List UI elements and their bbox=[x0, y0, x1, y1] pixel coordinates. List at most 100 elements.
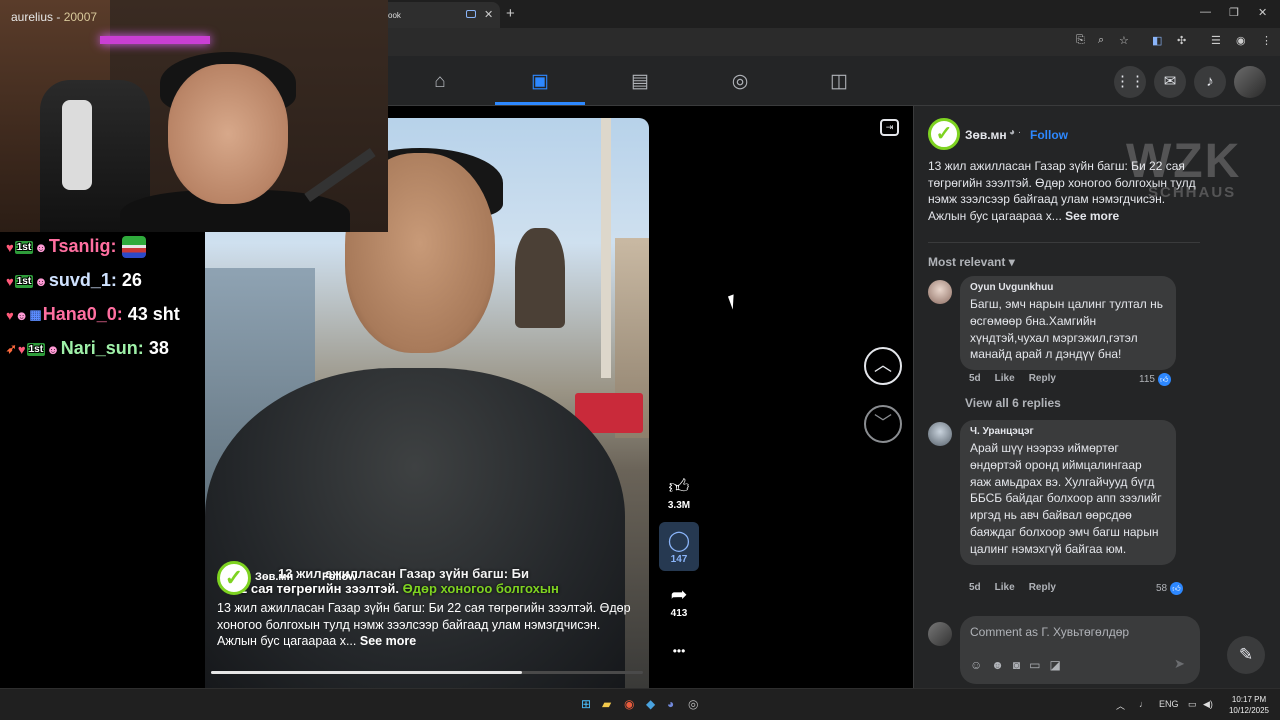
start-menu-icon[interactable]: ⊞ bbox=[581, 697, 591, 711]
sort-dropdown[interactable]: Most relevant ▾ bbox=[928, 255, 1015, 269]
reel-see-more-link[interactable]: See more bbox=[360, 634, 416, 648]
marketplace-icon[interactable]: ▤ bbox=[628, 70, 652, 94]
send-icon[interactable]: ➤ bbox=[1174, 656, 1185, 672]
new-tab-button[interactable]: + bbox=[506, 5, 515, 22]
comment-button[interactable]: ◯ 147 bbox=[659, 522, 699, 571]
close-window-button[interactable]: ✕ bbox=[1258, 6, 1267, 19]
windows-taskbar: ⊞ ▰ ◉ ◆ ◕ ◎ ︿ ♩ ENG ▭ ◀) 10:17 PM 10/12/… bbox=[0, 688, 1280, 720]
comment-actions: 5d Like Reply bbox=[969, 582, 1070, 593]
comment-like-button[interactable]: Like bbox=[995, 582, 1015, 593]
bookmark-star-icon[interactable]: ☆ bbox=[1119, 34, 1129, 47]
expand-panel-icon[interactable]: ⇥ bbox=[880, 119, 899, 136]
chrome-icon[interactable]: ◉ bbox=[624, 697, 634, 711]
mask-badge-icon: ☻ bbox=[34, 273, 48, 289]
minimize-button[interactable]: — bbox=[1200, 6, 1211, 18]
menu-grid-icon[interactable]: ⋮⋮ bbox=[1114, 66, 1146, 98]
post-follow-button[interactable]: Follow bbox=[1030, 128, 1068, 142]
commenter-avatar[interactable] bbox=[928, 422, 952, 446]
volume-icon[interactable]: ◀) bbox=[1203, 699, 1213, 710]
new-message-edit-icon[interactable]: ✎ bbox=[1227, 636, 1265, 674]
home-icon[interactable]: ⌂ bbox=[428, 70, 452, 94]
emoji-icon[interactable]: ☻ bbox=[991, 658, 1013, 672]
messenger-icon[interactable]: ✉ bbox=[1154, 66, 1186, 98]
discord-icon[interactable]: ◕ bbox=[667, 697, 674, 711]
view-replies-link[interactable]: View all 6 replies bbox=[965, 396, 1061, 410]
reading-list-icon[interactable]: ☰ bbox=[1211, 34, 1221, 47]
network-icon[interactable]: ▭ bbox=[1188, 699, 1197, 710]
extensions-puzzle-icon[interactable]: ✣ bbox=[1177, 34, 1186, 47]
subtitle-text: 2 сая төгрөгийн зээлтэй. bbox=[240, 581, 403, 596]
sticker-icon[interactable]: ◪ bbox=[1050, 658, 1070, 672]
comment-reactions[interactable]: 115 👍︎ bbox=[1139, 373, 1171, 386]
gif-icon[interactable]: ▭ bbox=[1029, 658, 1049, 672]
video-statue bbox=[515, 228, 565, 328]
tray-chevron-icon[interactable]: ︿ bbox=[1116, 699, 1125, 712]
profile-avatar[interactable] bbox=[1234, 66, 1266, 98]
comment-reply-button[interactable]: Reply bbox=[1029, 582, 1056, 593]
previous-reel-button[interactable]: ︿ bbox=[864, 347, 902, 385]
heart-badge-icon: ♥ bbox=[17, 341, 26, 357]
divider bbox=[928, 242, 1200, 243]
extension-icon[interactable]: ◧ bbox=[1152, 34, 1162, 47]
notifications-bell-icon[interactable]: ♪ bbox=[1194, 66, 1226, 98]
next-reel-button[interactable]: ﹀ bbox=[864, 405, 902, 443]
taskbar-clock[interactable]: 10:17 PM 10/12/2025 bbox=[1224, 694, 1274, 716]
microphone-icon[interactable]: ♩ bbox=[1139, 699, 1148, 709]
commenter-avatar[interactable] bbox=[928, 280, 952, 304]
camera-icon[interactable]: ◙ bbox=[1013, 658, 1029, 672]
stream-title: aurelius - 20007 bbox=[11, 10, 98, 24]
obs-icon[interactable]: ◎ bbox=[688, 697, 698, 711]
chat-text: 43 sht bbox=[127, 304, 180, 324]
cast-icon[interactable]: ⎘ bbox=[1076, 34, 1085, 47]
chat-username: Tsanlig: bbox=[48, 236, 117, 256]
mask-badge-icon: ☻ bbox=[34, 239, 48, 255]
maximize-button[interactable]: ❐ bbox=[1229, 6, 1239, 19]
groups-icon[interactable]: ◎ bbox=[728, 70, 752, 94]
chat-text: 26 bbox=[121, 270, 142, 290]
reel-author-name[interactable]: Зөв.мн bbox=[255, 571, 293, 583]
reel-caption: 13 жил ажилласан Газар зүйн багш: Би 22 … bbox=[217, 600, 637, 650]
tab-close-icon[interactable]: ✕ bbox=[484, 8, 493, 21]
commenter-name[interactable]: Oyun Uvgunkhuu bbox=[970, 282, 1166, 293]
composer-avatar[interactable] bbox=[928, 622, 952, 646]
heart-badge-icon: ♥ bbox=[6, 239, 14, 255]
file-explorer-icon[interactable]: ▰ bbox=[602, 697, 611, 711]
browser-profile-icon[interactable]: ◉ bbox=[1236, 34, 1246, 47]
share-count: 413 bbox=[670, 608, 688, 619]
zoom-icon[interactable]: ⌕ bbox=[1098, 34, 1104, 47]
webcam-rgb-light bbox=[100, 36, 210, 44]
mask-badge-icon: ☻ bbox=[14, 307, 29, 323]
comment-composer[interactable]: Comment as Г. Хувьтөгөлдөр ☺☻◙▭◪ ➤ bbox=[960, 616, 1200, 684]
comment-text: Арай шүү нээрээ иймөртөг өндөртэй оронд … bbox=[970, 441, 1162, 556]
gaming-icon[interactable]: ◫ bbox=[827, 70, 851, 94]
input-language[interactable]: ENG bbox=[1159, 699, 1179, 709]
comment-reactions[interactable]: 58 👍︎ bbox=[1156, 582, 1183, 595]
reel-author-avatar[interactable]: ✓ bbox=[217, 561, 251, 595]
separator-dot: · bbox=[1017, 127, 1022, 138]
webcam-streamer-face bbox=[168, 64, 288, 204]
reel-progress-bar[interactable] bbox=[211, 671, 643, 674]
share-button[interactable]: ➦ 413 bbox=[659, 584, 699, 619]
comment-age: 5d bbox=[969, 373, 981, 384]
more-options-button[interactable]: ••• bbox=[659, 640, 699, 662]
reels-icon[interactable]: ▣ bbox=[528, 70, 552, 94]
comment-bubble: Ч. Уранцэцэг Арай шүү нээрээ иймөртөг өн… bbox=[960, 420, 1176, 565]
browser-tab[interactable]: ook ✕ bbox=[380, 2, 500, 28]
tab-title: ook bbox=[388, 11, 401, 20]
avatar-sticker-icon[interactable]: ☺ bbox=[970, 658, 991, 672]
like-button[interactable]: 👍︎ 3.3M bbox=[659, 476, 699, 511]
browser-menu-icon[interactable]: ⋮ bbox=[1261, 34, 1272, 47]
commenter-name[interactable]: Ч. Уранцэцэг bbox=[970, 426, 1166, 437]
address-bar[interactable] bbox=[380, 31, 1065, 53]
steam-icon[interactable]: ◆ bbox=[646, 697, 655, 711]
post-author-avatar[interactable]: ✓ bbox=[928, 118, 960, 150]
post-see-more-link[interactable]: See more bbox=[1065, 209, 1119, 223]
reel-follow-button[interactable]: Follow bbox=[322, 571, 357, 583]
like-reaction-icon: 👍︎ bbox=[1169, 582, 1183, 595]
chat-message: ♥ 1st ☻Tsanlig: bbox=[6, 236, 146, 259]
video-pillar bbox=[601, 118, 611, 378]
comment-like-button[interactable]: Like bbox=[995, 373, 1015, 384]
comment-reply-button[interactable]: Reply bbox=[1029, 373, 1056, 384]
post-author-name[interactable]: Зөв.мн bbox=[965, 128, 1007, 142]
comment-input-placeholder[interactable]: Comment as Г. Хувьтөгөлдөр bbox=[970, 625, 1129, 639]
